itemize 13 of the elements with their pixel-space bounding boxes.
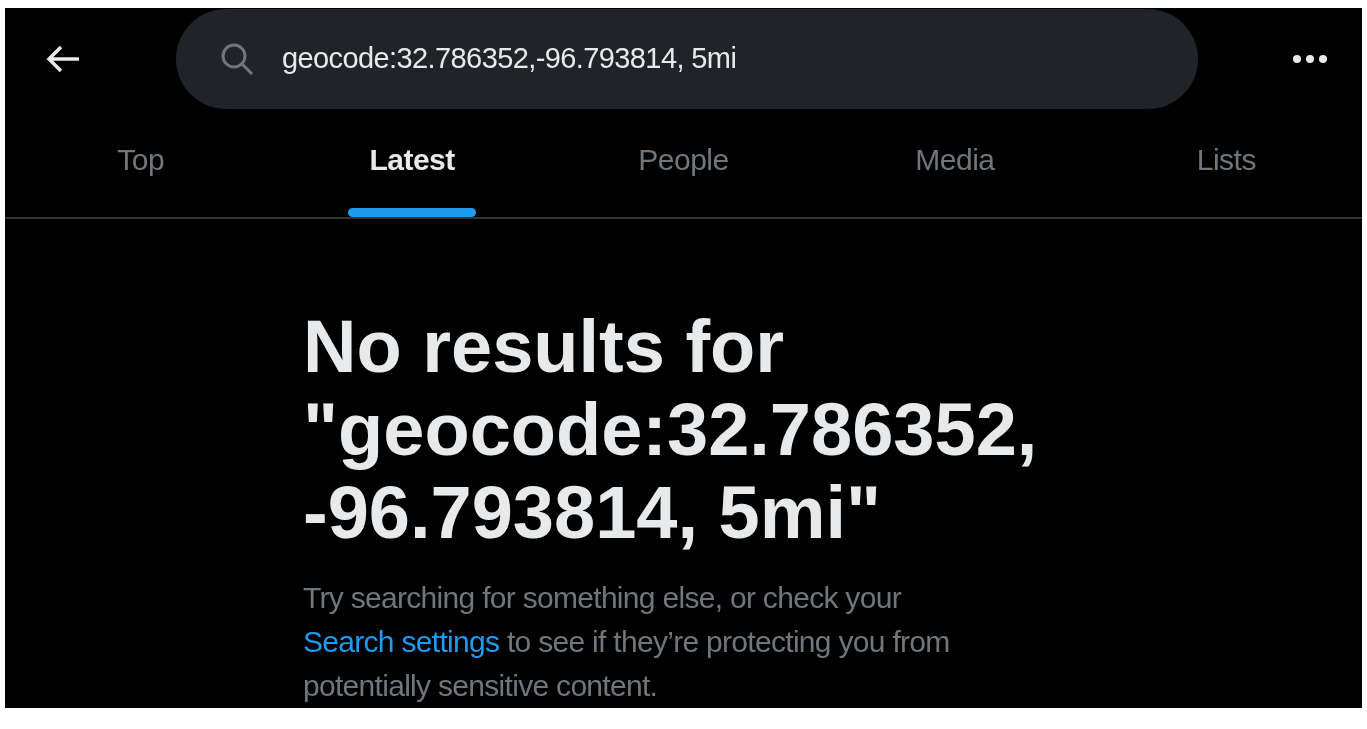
tab[interactable]: Top	[5, 109, 277, 217]
tab[interactable]: Lists	[1090, 109, 1363, 217]
back-arrow-icon	[45, 43, 81, 74]
tab[interactable]: Media	[819, 109, 1091, 217]
search-icon	[220, 41, 254, 76]
search-settings-link[interactable]: Search settings	[303, 625, 500, 658]
search-bar[interactable]: geocode:32.786352,-96.793814, 5mi	[176, 8, 1198, 109]
no-results-heading: No results for "geocode:32.786352,-96.793814, 5mi"	[303, 305, 1039, 554]
more-icon	[1292, 53, 1328, 64]
tab[interactable]: Latest	[276, 109, 548, 217]
search-field[interactable]: geocode:32.786352,-96.793814, 5mi	[280, 41, 1198, 77]
no-results-message: Try searching for something else, or check your Search settings to see if they’re protecting you from potentially sensitive content.	[303, 580, 951, 704]
tab[interactable]: People	[547, 109, 820, 217]
